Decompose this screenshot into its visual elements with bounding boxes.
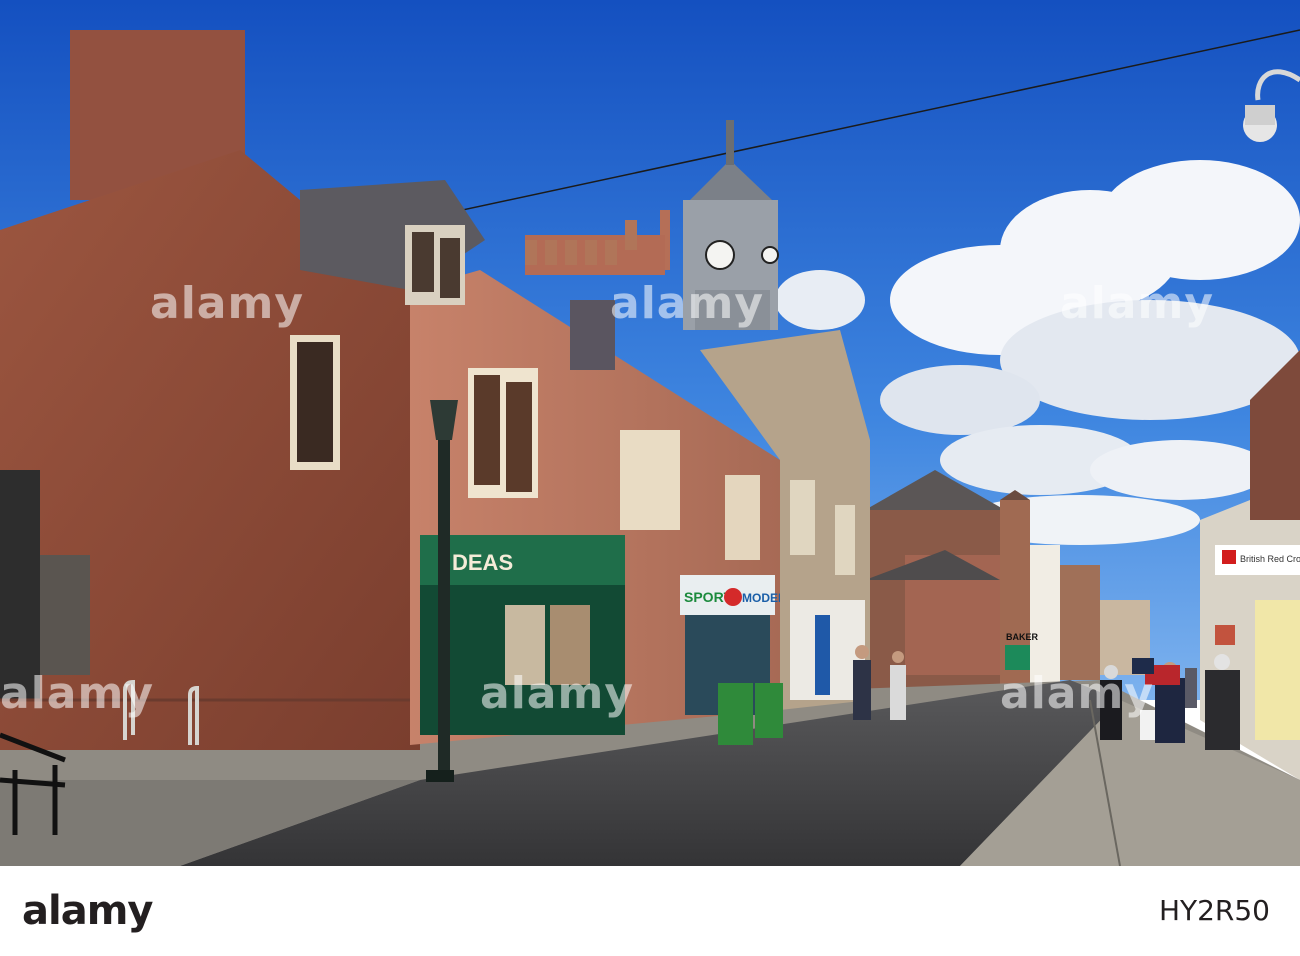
image-id: HY2R50: [1158, 894, 1270, 927]
street-photo: BAKER British Red Cross: [0, 0, 1300, 866]
wheelie-bins: [718, 683, 783, 745]
deas-shopfront: DEAS: [420, 535, 625, 735]
baker-sign: BAKER: [1006, 632, 1039, 642]
deas-sign: DEAS: [452, 550, 513, 575]
clock-face: [705, 240, 735, 270]
model-sign: MODEL: [742, 591, 785, 605]
red-cross-sign: British Red Cross: [1240, 554, 1300, 564]
alamy-logo[interactable]: alamy: [22, 888, 153, 934]
footer-bar: alamy HY2R50: [0, 866, 1300, 956]
street-scene: BAKER British Red Cross: [0, 0, 1300, 866]
